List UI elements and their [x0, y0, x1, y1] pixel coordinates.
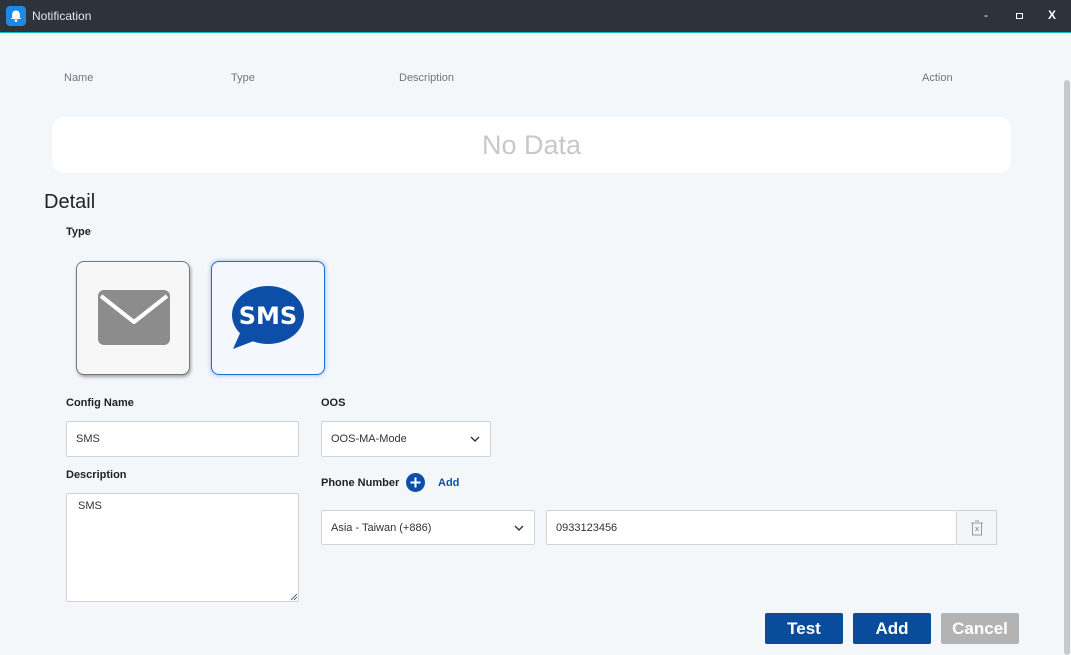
maximize-button[interactable]: [1008, 6, 1030, 26]
plus-icon: [410, 477, 421, 488]
chevron-down-icon: [470, 436, 480, 442]
detail-heading: Detail: [44, 191, 96, 213]
trash-icon: [971, 520, 983, 536]
column-header-name: Name: [64, 72, 94, 84]
column-header-type: Type: [231, 72, 255, 84]
country-code-select[interactable]: Asia - Taiwan (+886): [321, 510, 535, 545]
bell-icon: [6, 6, 26, 26]
add-phone-button[interactable]: [406, 473, 425, 492]
oos-label: OOS: [321, 397, 346, 409]
empty-table-message: No Data: [52, 117, 1011, 173]
phone-number-label: Phone Number: [321, 477, 400, 489]
add-phone-link[interactable]: Add: [438, 477, 459, 489]
maximize-icon: [1015, 12, 1023, 19]
title-bar: Notification - X: [0, 0, 1071, 33]
phone-number-input[interactable]: [546, 510, 957, 545]
config-name-input[interactable]: [66, 421, 299, 457]
description-label: Description: [66, 469, 127, 481]
oos-selected-value: OOS-MA-Mode: [331, 433, 407, 445]
resize-handle-icon[interactable]: [290, 593, 298, 601]
column-header-description: Description: [399, 72, 455, 84]
minimize-button[interactable]: -: [975, 6, 997, 26]
type-option-email[interactable]: [76, 261, 190, 375]
country-code-value: Asia - Taiwan (+886): [331, 522, 432, 534]
close-button[interactable]: X: [1041, 6, 1063, 26]
envelope-icon: [98, 290, 170, 345]
cancel-button[interactable]: Cancel: [941, 613, 1019, 644]
config-name-label: Config Name: [66, 397, 134, 409]
type-option-sms[interactable]: SMS: [211, 261, 325, 375]
scrollbar-thumb[interactable]: [1064, 80, 1070, 655]
sms-icon-text: SMS: [239, 302, 297, 330]
description-textarea[interactable]: SMS: [66, 493, 299, 602]
chevron-down-icon: [514, 525, 524, 531]
oos-select[interactable]: OOS-MA-Mode: [321, 421, 491, 457]
delete-phone-button[interactable]: [957, 510, 997, 545]
window-title: Notification: [32, 9, 92, 23]
add-button[interactable]: Add: [853, 613, 931, 644]
test-button[interactable]: Test: [765, 613, 843, 644]
column-header-action: Action: [922, 72, 953, 84]
type-label: Type: [66, 226, 91, 238]
sms-bubble-icon: SMS: [232, 286, 304, 349]
